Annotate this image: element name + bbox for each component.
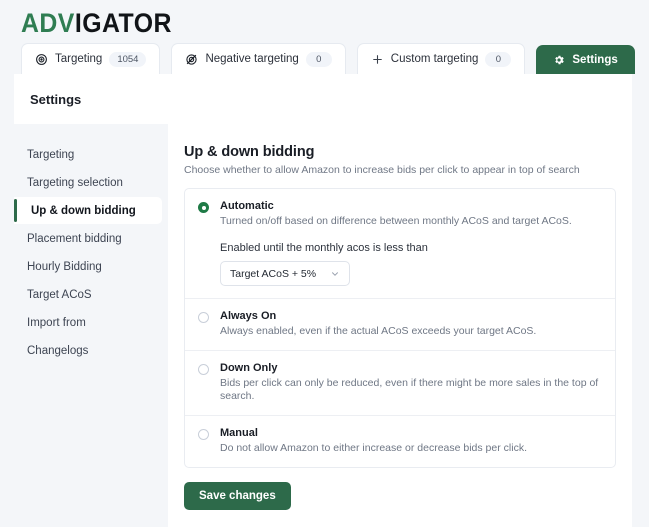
plus-icon (371, 53, 384, 66)
app-root: ADVIGATOR Targeting 1054 Negative target… (0, 0, 649, 527)
target-icon (35, 53, 48, 66)
sidebar-item-label: Import from (27, 316, 86, 329)
sidebar-item-label: Target ACoS (27, 288, 92, 301)
sidebar-item-import-from[interactable]: Import from (14, 309, 168, 336)
sidebar-item-label: Up & down bidding (31, 204, 136, 217)
radio-button-manual[interactable] (198, 429, 209, 440)
option-description: Bids per click can only be reduced, even… (220, 377, 599, 402)
threshold-label: Enabled until the monthly acos is less t… (220, 242, 428, 254)
page-header-bar: Settings (14, 74, 632, 124)
radio-button-automatic[interactable] (198, 202, 209, 213)
tab-badge: 0 (305, 51, 332, 67)
tab-badge: 0 (485, 51, 512, 67)
tab-label: Negative targeting (205, 53, 299, 65)
option-title: Always On (220, 310, 277, 322)
save-changes-button[interactable]: Save changes (184, 482, 291, 510)
chevron-down-icon (330, 269, 340, 279)
option-description: Do not allow Amazon to either increase o… (220, 442, 527, 454)
option-title: Automatic (220, 200, 274, 212)
tab-targeting[interactable]: Targeting 1054 (21, 43, 161, 74)
option-description: Turned on/off based on difference betwee… (220, 215, 572, 227)
logo-text-dark: IGATOR (74, 8, 172, 38)
tab-settings[interactable]: Settings (536, 45, 635, 74)
select-value: Target ACoS + 5% (230, 267, 317, 280)
gear-icon (553, 54, 565, 66)
sidebar-item-targeting[interactable]: Targeting (14, 141, 168, 168)
tab-negative-targeting[interactable]: Negative targeting 0 (171, 43, 346, 74)
option-title: Manual (220, 427, 258, 439)
bidding-mode-radio-group: Automatic Turned on/off based on differe… (184, 188, 616, 468)
sidebar-item-targeting-selection[interactable]: Targeting selection (14, 169, 168, 196)
option-body: Always On Always enabled, even if the ac… (220, 310, 602, 338)
page-title: Settings (30, 91, 82, 107)
radio-option-automatic[interactable]: Automatic Turned on/off based on differe… (185, 189, 615, 299)
sidebar-item-up-and-down-bidding[interactable]: Up & down bidding (14, 197, 162, 224)
sidebar-item-label: Placement bidding (27, 232, 122, 245)
sidebar-item-changelogs[interactable]: Changelogs (14, 337, 168, 364)
target-acos-select[interactable]: Target ACoS + 5% (220, 261, 350, 286)
radio-button-down-only[interactable] (198, 364, 209, 375)
main-tab-bar: Targeting 1054 Negative targeting 0 Cust… (21, 43, 635, 74)
automatic-threshold-setting: Enabled until the monthly acos is less t… (220, 242, 602, 286)
sidebar-item-target-acos[interactable]: Target ACoS (14, 281, 168, 308)
settings-sidebar: Targeting Targeting selection Up & down … (14, 124, 168, 527)
option-body: Down Only Bids per click can only be red… (220, 362, 602, 403)
section-title: Up & down bidding (184, 144, 315, 160)
logo-text-green: ADV (21, 8, 75, 38)
radio-option-manual[interactable]: Manual Do not allow Amazon to either inc… (185, 416, 615, 467)
radio-button-always-on[interactable] (198, 312, 209, 323)
option-body: Automatic Turned on/off based on differe… (220, 200, 602, 286)
tab-label: Custom targeting (390, 53, 479, 65)
option-body: Manual Do not allow Amazon to either inc… (220, 427, 602, 455)
target-slash-icon (185, 53, 198, 66)
app-logo: ADVIGATOR (21, 8, 172, 38)
option-title: Down Only (220, 362, 278, 374)
radio-option-always-on[interactable]: Always On Always enabled, even if the ac… (185, 299, 615, 351)
tab-label: Settings (572, 54, 618, 66)
tab-label: Targeting (55, 53, 103, 65)
sidebar-item-hourly-bidding[interactable]: Hourly Bidding (14, 253, 168, 280)
sidebar-item-label: Changelogs (27, 344, 89, 357)
sidebar-item-placement-bidding[interactable]: Placement bidding (14, 225, 168, 252)
section-subtitle: Choose whether to allow Amazon to increa… (184, 164, 580, 176)
tab-custom-targeting[interactable]: Custom targeting 0 (356, 43, 526, 74)
radio-option-down-only[interactable]: Down Only Bids per click can only be red… (185, 351, 615, 416)
sidebar-item-label: Targeting (27, 148, 75, 161)
sidebar-item-label: Targeting selection (27, 176, 123, 189)
tab-badge: 1054 (109, 51, 147, 67)
sidebar-item-label: Hourly Bidding (27, 260, 102, 273)
settings-panel: Up & down bidding Choose whether to allo… (168, 124, 632, 527)
option-description: Always enabled, even if the actual ACoS … (220, 325, 537, 337)
content-area: Targeting Targeting selection Up & down … (14, 124, 632, 527)
